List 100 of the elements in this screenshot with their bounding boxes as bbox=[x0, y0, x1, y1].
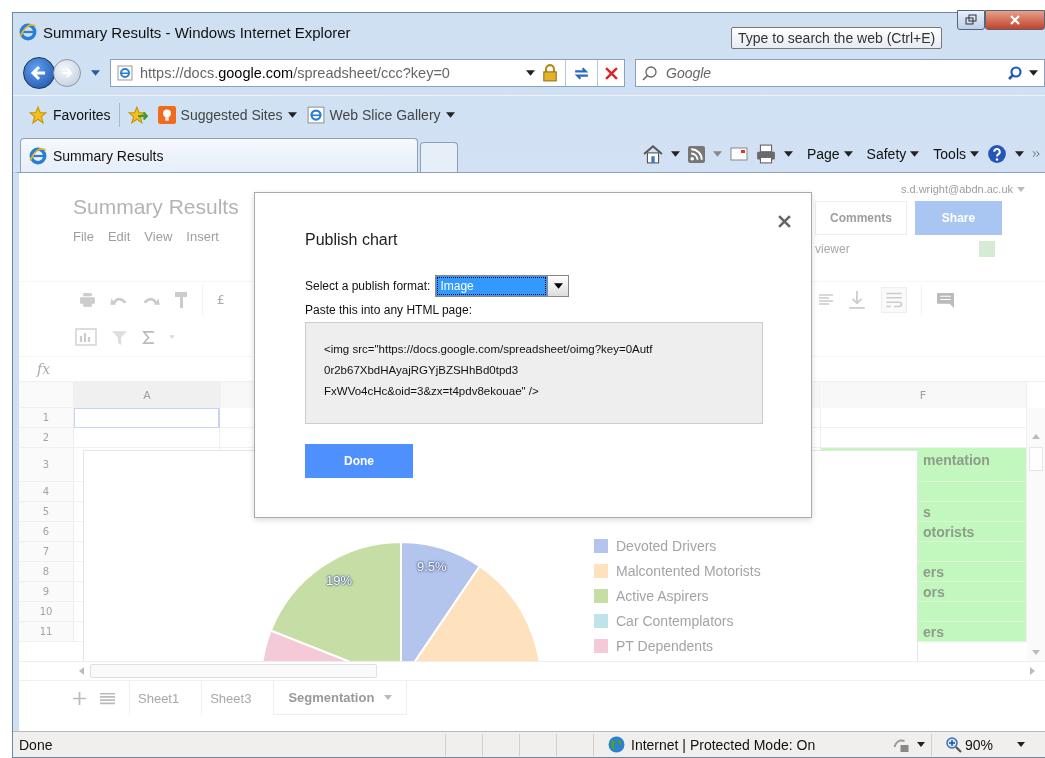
add-sheet-icon[interactable] bbox=[73, 691, 86, 705]
scroll-thumb[interactable] bbox=[90, 664, 377, 678]
caret-icon[interactable] bbox=[526, 70, 535, 76]
caret-icon[interactable] bbox=[670, 151, 680, 157]
lock-icon[interactable] bbox=[542, 64, 558, 82]
scroll-thumb[interactable] bbox=[1029, 447, 1043, 471]
menu-item[interactable]: Edit bbox=[107, 229, 131, 244]
cell-text: ers bbox=[922, 623, 945, 640]
format-label: Select a publish format: bbox=[305, 279, 431, 293]
vertical-scrollbar[interactable] bbox=[1027, 408, 1045, 661]
search-icon[interactable] bbox=[1007, 65, 1023, 81]
row-header[interactable]: 7 bbox=[19, 542, 74, 562]
search-icon bbox=[642, 65, 658, 81]
row-header[interactable]: 1 bbox=[19, 408, 74, 428]
command-menu[interactable]: Page bbox=[806, 146, 853, 162]
caret-icon bbox=[445, 112, 455, 118]
row-header[interactable]: 10 bbox=[19, 602, 74, 622]
close-button[interactable] bbox=[985, 10, 1045, 30]
cell-text: mentation bbox=[922, 451, 990, 468]
scroll-up-icon[interactable] bbox=[1032, 434, 1040, 439]
wrap-text-icon[interactable] bbox=[881, 287, 907, 313]
row-header[interactable]: 8 bbox=[19, 562, 74, 582]
home-icon[interactable] bbox=[642, 144, 663, 164]
row-header[interactable]: 11 bbox=[19, 622, 74, 642]
command-menu[interactable]: Tools bbox=[933, 146, 979, 162]
caret-icon[interactable] bbox=[1029, 70, 1038, 76]
address-field[interactable]: https://docs.google.com/spreadsheet/ccc?key=0 bbox=[110, 59, 625, 87]
close-icon[interactable] bbox=[778, 215, 791, 228]
paint-roller-icon[interactable] bbox=[174, 291, 188, 309]
caret-icon bbox=[287, 112, 297, 118]
favorites-button[interactable]: Favorites bbox=[29, 101, 111, 129]
row-header[interactable]: 4 bbox=[19, 482, 74, 502]
align-icon[interactable] bbox=[819, 294, 833, 306]
done-button[interactable]: Done bbox=[305, 444, 413, 478]
stop-icon[interactable] bbox=[605, 66, 618, 80]
currency-button[interactable]: £ bbox=[217, 293, 225, 307]
embed-code-box[interactable]: <img src="https://docs.google.com/spreadsheet/oimg?key=0Autf 0r2b67XbdHAyajRGYjBZSHhBd0tpd3 FxWVo4cHc&oid=3&zx=t4pdv8ekouae" /> bbox=[305, 322, 763, 424]
caret-icon[interactable] bbox=[783, 151, 793, 157]
comments-button[interactable]: Comments bbox=[815, 201, 907, 235]
slice-label: 19% bbox=[326, 573, 353, 588]
restore-icon bbox=[965, 14, 977, 26]
sheet-list-icon[interactable] bbox=[100, 691, 115, 705]
horizontal-scrollbar[interactable] bbox=[19, 661, 1045, 680]
help-icon[interactable] bbox=[987, 144, 1007, 164]
filter-icon[interactable] bbox=[111, 328, 128, 346]
valign-bottom-icon[interactable] bbox=[847, 290, 867, 310]
row-header[interactable]: 9 bbox=[19, 582, 74, 602]
format-dropdown[interactable]: Image bbox=[435, 275, 570, 297]
sum-icon[interactable] bbox=[142, 330, 155, 344]
caret-icon[interactable] bbox=[916, 742, 925, 747]
share-button[interactable]: Share bbox=[915, 201, 1002, 235]
print-icon[interactable] bbox=[79, 292, 96, 308]
star-icon bbox=[29, 106, 47, 124]
scroll-down-icon[interactable] bbox=[1032, 650, 1040, 655]
feed-icon[interactable] bbox=[687, 145, 705, 163]
menu-item[interactable]: View bbox=[144, 229, 173, 244]
caret-icon[interactable] bbox=[1017, 742, 1025, 747]
code-line: <img src="https://docs.google.com/spreadsheet/oimg?key=0Autf bbox=[324, 342, 653, 357]
row-header[interactable]: 2 bbox=[19, 428, 74, 448]
column-header[interactable]: A bbox=[74, 382, 221, 408]
browser-tab[interactable]: Summary Results bbox=[20, 138, 418, 172]
cell-text: otorists bbox=[922, 523, 975, 540]
scroll-right-icon[interactable] bbox=[1030, 667, 1035, 675]
caret-icon bbox=[843, 151, 853, 157]
lightbulb-icon bbox=[157, 106, 176, 124]
chart-icon[interactable] bbox=[75, 328, 97, 346]
legend-label: Active Aspirers bbox=[616, 587, 709, 604]
comment-icon[interactable] bbox=[936, 291, 955, 309]
sheet-tab[interactable]: Sheet1 bbox=[129, 681, 188, 715]
row-header[interactable]: 5 bbox=[19, 502, 74, 522]
cell-text: ors bbox=[922, 583, 945, 600]
sheet-tab[interactable]: Segmentation bbox=[273, 681, 408, 715]
tooltip: Type to search the web (Ctrl+E) bbox=[731, 27, 943, 49]
printer-icon[interactable] bbox=[755, 144, 776, 164]
account-menu[interactable]: s.d.wright@abdn.ac.uk bbox=[900, 183, 1025, 195]
sheet-tab[interactable]: Sheet3 bbox=[201, 681, 260, 715]
zoom-icon bbox=[945, 736, 962, 753]
new-tab-button[interactable] bbox=[420, 142, 458, 172]
mail-icon[interactable] bbox=[729, 147, 748, 161]
status-text: Done bbox=[18, 736, 54, 753]
menu-item[interactable]: Insert bbox=[186, 229, 219, 244]
scroll-left-icon[interactable] bbox=[79, 667, 84, 675]
column-header[interactable]: F bbox=[820, 382, 1027, 408]
favorites-bar-link[interactable]: Suggested Sites bbox=[157, 101, 297, 129]
code-line: FxWVo4cHc&oid=3&zx=t4pdv8ekouae" /> bbox=[324, 384, 539, 399]
zoom-button[interactable]: 90% bbox=[945, 736, 993, 753]
command-menu[interactable]: Safety bbox=[866, 146, 920, 162]
caret-icon[interactable] bbox=[1015, 151, 1024, 157]
search-box[interactable]: Google bbox=[635, 59, 1045, 87]
collaborator-icon bbox=[979, 241, 995, 257]
chevron-icon[interactable] bbox=[1032, 150, 1041, 158]
row-header[interactable]: 6 bbox=[19, 522, 74, 542]
row-header[interactable]: 3 bbox=[19, 448, 74, 482]
restore-button[interactable] bbox=[957, 10, 985, 30]
legend-label: Car Contemplators bbox=[616, 612, 734, 629]
menu-item[interactable]: File bbox=[73, 229, 94, 244]
back-button[interactable] bbox=[23, 57, 55, 89]
favorites-bar-link[interactable]: Web Slice Gallery bbox=[306, 101, 455, 129]
caret-icon bbox=[553, 283, 563, 289]
add-favorite-icon[interactable] bbox=[127, 106, 148, 124]
